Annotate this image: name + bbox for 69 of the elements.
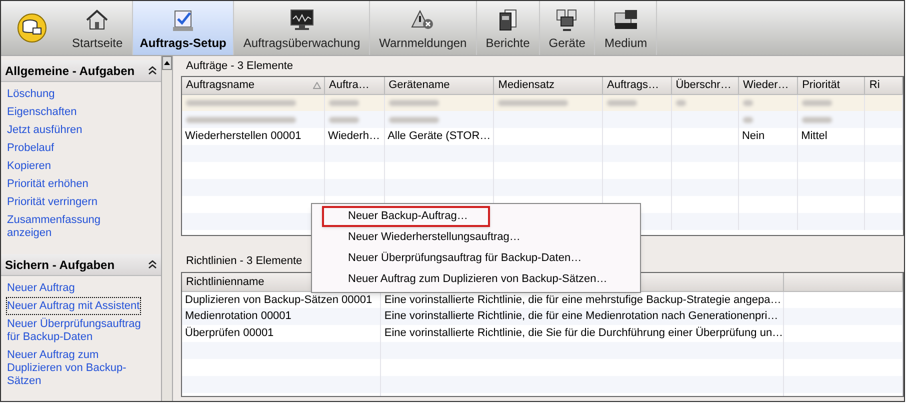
blurred-text <box>607 100 637 106</box>
toolbar-tab[interactable]: Medium <box>595 1 658 55</box>
task-link[interactable]: Neuer Auftrag mit Assistent <box>6 297 141 315</box>
sort-icon <box>312 82 321 89</box>
column-header[interactable]: Mediensatz <box>494 77 602 94</box>
blurred-text <box>498 100 568 106</box>
warning-icon <box>410 8 435 32</box>
monitor-icon <box>288 8 315 32</box>
column-header[interactable]: Ri <box>864 77 902 94</box>
toolbar-tab[interactable]: Warnmeldungen <box>370 1 477 55</box>
task-link[interactable]: Löschung <box>6 85 56 103</box>
menu-item[interactable]: Neuer Backup-Auftrag… <box>322 206 490 227</box>
column-header[interactable]: Gerätename <box>384 77 494 94</box>
table-cell: Medienrotation 00001 <box>185 310 292 322</box>
collapse-icon[interactable] <box>148 260 157 269</box>
column-header[interactable]: Auftragsname <box>182 77 324 94</box>
panel-title: Richtlinien - 3 Elemente <box>185 254 302 269</box>
task-link[interactable]: Neuer Überprüfungsauftrag für Backup-Daten <box>6 315 146 346</box>
task-link[interactable]: Priorität erhöhen <box>6 175 90 193</box>
section-header[interactable]: Sichern - Aufgaben <box>1 254 161 276</box>
blurred-text <box>388 116 439 122</box>
table-cell: Eine vorinstallierte Richtlinie, die für eine mehrstufige Backup-Strategie angepa… <box>384 294 782 306</box>
task-link[interactable]: Zusammenfassung anzeigen <box>6 211 146 242</box>
task-link[interactable]: Kopieren <box>6 157 52 175</box>
blurred-text <box>742 100 753 106</box>
task-link[interactable]: Eigenschaften <box>6 103 78 121</box>
scroll-up-button[interactable] <box>162 56 172 70</box>
toolbar-tab[interactable]: Auftragsüberwachung <box>234 1 370 55</box>
panel-title: Aufträge - 3 Elemente <box>185 58 294 74</box>
table-cell: Eine vorinstallierte Richtlinie, die Sie für die Durchführung einer Überprüfung un… <box>384 327 783 340</box>
computers-icon <box>555 8 580 32</box>
blurred-text <box>802 100 832 106</box>
checkbox-tray-icon <box>171 8 196 32</box>
column-header[interactable]: Auftrags… <box>602 77 672 94</box>
column-header[interactable]: Überschr… <box>671 77 738 94</box>
collapse-icon[interactable] <box>148 66 157 75</box>
table-cell: Mittel <box>801 130 828 142</box>
menu-item[interactable]: Neuer Überprüfungsauftrag für Backup-Daten… <box>322 248 604 269</box>
task-link[interactable]: Neuer Auftrag <box>6 279 76 297</box>
column-header[interactable]: Wieder… <box>738 77 798 94</box>
task-link[interactable]: Priorität verringern <box>6 193 98 211</box>
blurred-text <box>328 100 359 106</box>
blurred-text <box>328 116 359 122</box>
toolbar-tab[interactable]: Startseite <box>63 1 133 55</box>
menu-item[interactable]: Neuer Wiederherstellungsauftrag… <box>322 227 542 248</box>
house-icon <box>85 8 110 32</box>
table-cell: Überprüfen 00001 <box>185 327 274 340</box>
blurred-text <box>742 116 753 122</box>
blurred-text <box>388 100 439 106</box>
section-header[interactable]: Allgemeine - Aufgaben <box>1 60 161 82</box>
table-cell: Nein <box>742 130 765 142</box>
table-cell: Duplizieren von Backup-Sätzen 00001 <box>185 294 372 306</box>
database-logo-icon <box>17 13 47 43</box>
column-header[interactable]: Auftra… <box>324 77 384 94</box>
blurred-text <box>802 116 832 122</box>
blurred-text <box>676 100 686 106</box>
toolbar-tab[interactable]: Geräte <box>540 1 596 55</box>
toolbar-tab[interactable]: Berichte <box>476 1 540 55</box>
table-cell: Wiederh… <box>328 130 380 142</box>
task-link[interactable]: Neuer Auftrag zum Duplizieren von Backup-Sätzen <box>6 346 146 390</box>
up-arrow-icon <box>164 61 170 65</box>
table-cell: Alle Geräte (STOR… <box>388 130 491 142</box>
table-cell: Wiederherstellen 00001 <box>185 130 302 142</box>
toolbar-tab[interactable]: Auftrags-Setup <box>132 1 234 55</box>
tape-drive-icon <box>612 8 639 32</box>
column-header[interactable]: Priorität <box>798 77 865 94</box>
table-cell: Eine vorinstallierte Richtlinie, die für eine Medienrotation nach Generationenpri… <box>384 310 778 322</box>
task-link[interactable]: Probelauf <box>6 139 56 157</box>
task-link[interactable]: Jetzt ausführen <box>6 121 84 139</box>
